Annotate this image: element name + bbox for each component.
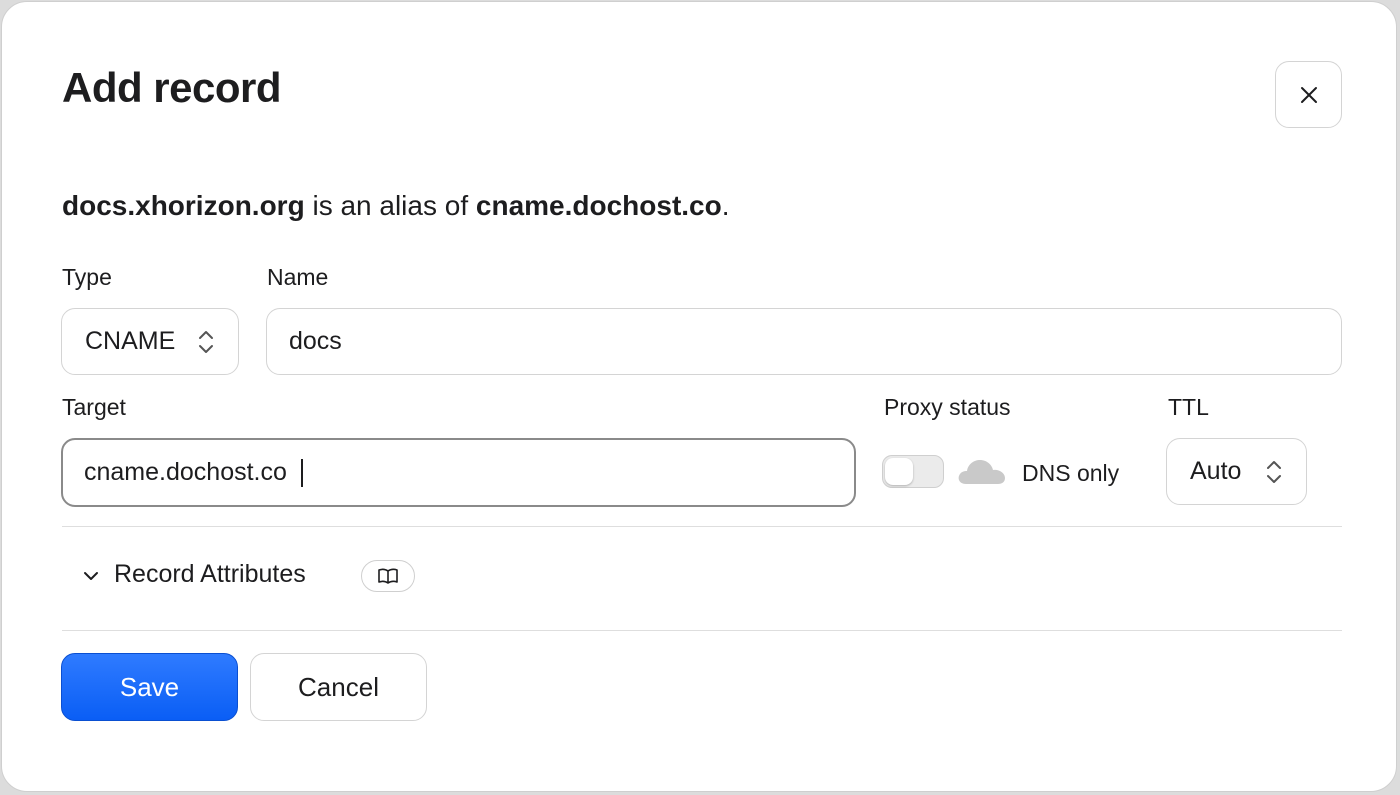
type-value: CNAME: [85, 327, 176, 355]
alias-summary: docs.xhorizon.org is an alias of cname.d…: [62, 190, 730, 222]
alias-name: docs.xhorizon.org: [62, 190, 305, 221]
ttl-label: TTL: [1168, 394, 1209, 420]
record-attributes-label: Record Attributes: [114, 560, 306, 588]
alias-end: .: [721, 190, 730, 221]
add-record-dialog: Add record docs.xhorizon.org is an alias…: [1, 1, 1397, 792]
type-label: Type: [62, 264, 112, 290]
save-button[interactable]: Save: [61, 653, 238, 721]
proxy-status-label: Proxy status: [884, 394, 1011, 420]
documentation-button[interactable]: [361, 560, 415, 592]
cancel-button[interactable]: Cancel: [250, 653, 427, 721]
proxy-state-text: DNS only: [1022, 460, 1120, 486]
target-label: Target: [62, 394, 126, 420]
dialog-title: Add record: [62, 64, 282, 111]
ttl-select[interactable]: Auto: [1166, 438, 1307, 505]
close-icon: [1300, 86, 1317, 103]
toggle-knob: [885, 458, 913, 485]
target-input[interactable]: [61, 438, 856, 507]
book-icon: [378, 568, 398, 584]
text-caret: [301, 459, 303, 487]
name-input[interactable]: [266, 308, 1342, 375]
cloud-icon: [956, 456, 1006, 491]
record-attributes-toggle[interactable]: Record Attributes: [82, 560, 306, 589]
updown-chevron-icon: [198, 329, 214, 355]
type-select[interactable]: CNAME: [61, 308, 239, 375]
proxy-toggle[interactable]: [882, 455, 944, 488]
updown-chevron-icon: [1266, 459, 1282, 485]
alias-target: cname.dochost.co: [475, 190, 722, 221]
ttl-value: Auto: [1190, 457, 1242, 485]
chevron-down-icon: [82, 570, 100, 582]
divider: [62, 630, 1342, 631]
name-label: Name: [267, 264, 329, 290]
alias-connector: is an alias of: [304, 190, 476, 221]
divider: [62, 526, 1342, 527]
close-button[interactable]: [1275, 61, 1342, 128]
